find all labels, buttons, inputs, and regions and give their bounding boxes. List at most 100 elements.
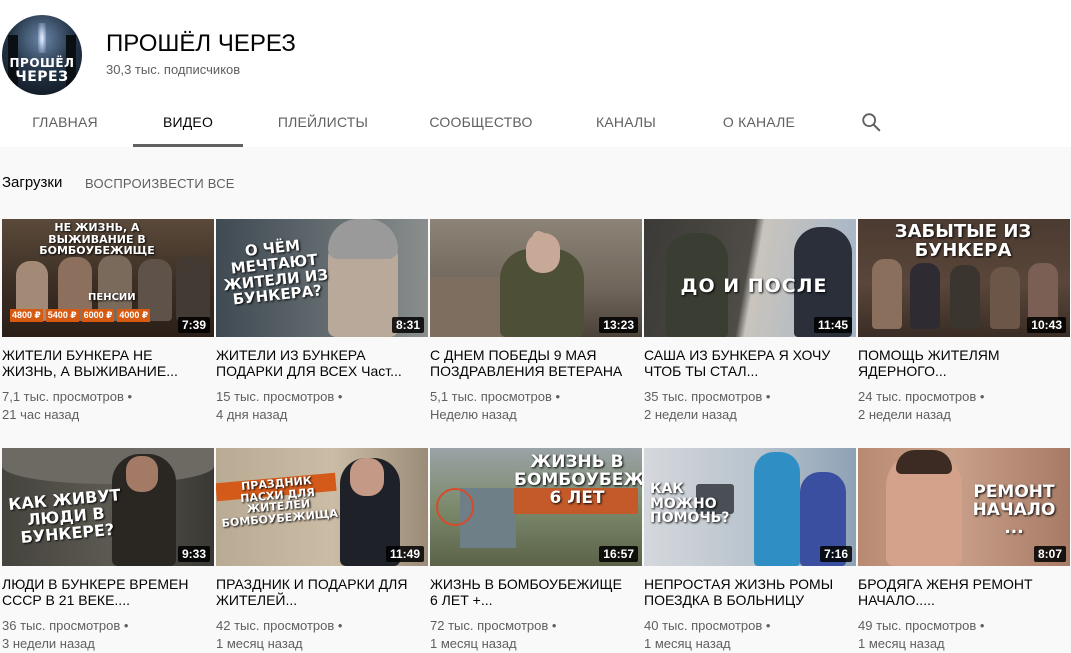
tab-playlists[interactable]: ПЛЕЙЛИСТЫ bbox=[264, 100, 382, 144]
thumb-face bbox=[126, 456, 158, 492]
video-duration: 10:43 bbox=[1027, 317, 1066, 333]
video-views: 35 тыс. просмотров • bbox=[644, 389, 770, 404]
video-title[interactable]: ЖИТЕЛИ ИЗ БУНКЕРА ПОДАРКИ ДЛЯ ВСЕХ Част.… bbox=[216, 347, 416, 379]
thumb-doctor bbox=[754, 452, 800, 566]
thumb-hair bbox=[896, 450, 952, 474]
meta-separator: • bbox=[123, 618, 129, 633]
play-all-button[interactable]: ВОСПРОИЗВЕСТИ ВСЕ bbox=[85, 176, 235, 191]
thumb-price-row: 4800 ₽ 5400 ₽ 6000 ₽ 4000 ₽ bbox=[10, 309, 180, 322]
meta-separator: • bbox=[765, 389, 771, 404]
thumb-price-tag: 4800 ₽ bbox=[10, 309, 43, 322]
view-count: 35 тыс. просмотров bbox=[644, 389, 763, 404]
tab-channels[interactable]: КАНАЛЫ bbox=[582, 100, 670, 144]
video-views: 7,1 тыс. просмотров • bbox=[2, 389, 132, 404]
meta-separator: • bbox=[551, 618, 557, 633]
video-age: 1 месяц назад bbox=[644, 636, 731, 651]
video-thumbnail[interactable]: 13:23 bbox=[430, 219, 642, 337]
video-views: 24 тыс. просмотров • bbox=[858, 389, 984, 404]
video-views: 36 тыс. просмотров • bbox=[2, 618, 128, 633]
video-age: 4 дня назад bbox=[216, 407, 288, 422]
video-duration: 16:57 bbox=[599, 546, 638, 562]
video-age: Неделю назад bbox=[430, 407, 517, 422]
thumb-price-tag: 4000 ₽ bbox=[117, 309, 151, 322]
video-thumbnail[interactable]: КАК ЖИВУТ ЛЮДИ В БУНКЕРЕ? 9:33 bbox=[2, 448, 214, 566]
video-title[interactable]: САША ИЗ БУНКЕРА Я ХОЧУ ЧТОБ ТЫ СТАЛ... bbox=[644, 347, 844, 379]
channel-tabs: ГЛАВНАЯ ВИДЕО ПЛЕЙЛИСТЫ СООБЩЕСТВО КАНАЛ… bbox=[0, 100, 1071, 147]
video-thumbnail[interactable]: ЗАБЫТЫЕ ИЗ БУНКЕРА 10:43 bbox=[858, 219, 1070, 337]
video-thumbnail[interactable]: РЕМОНТ НАЧАЛО ... 8:07 bbox=[858, 448, 1070, 566]
meta-separator: • bbox=[979, 618, 985, 633]
subscriber-count: 30,3 тыс. подписчиков bbox=[106, 62, 241, 77]
video-thumbnail[interactable]: ДО И ПОСЛЕ 11:45 bbox=[644, 219, 856, 337]
view-count: 15 тыс. просмотров bbox=[216, 389, 335, 404]
thumb-caption: КАК ЖИВУТ ЛЮДИ В БУНКЕРЕ? bbox=[7, 485, 122, 547]
video-age: 2 недели назад bbox=[644, 407, 737, 422]
tab-videos[interactable]: ВИДЕО bbox=[133, 100, 243, 147]
video-age: 3 недели назад bbox=[2, 636, 95, 651]
search-icon-svg bbox=[862, 113, 881, 132]
video-title[interactable]: ПРАЗДНИК И ПОДАРКИ ДЛЯ ЖИТЕЛЕЙ... bbox=[216, 576, 416, 608]
video-thumbnail[interactable]: О ЧЁМ МЕЧТАЮТ ЖИТЕЛИ ИЗ БУНКЕРА? 8:31 bbox=[216, 219, 428, 337]
video-thumbnail[interactable]: НЕ ЖИЗНЬ, А ВЫЖИВАНИЕ В БОМБОУБЕЖИЩЕ ПЕН… bbox=[2, 219, 214, 337]
thumb-caption: ЖИЗНЬ В БОМБОУБЕЖИЩЕ 6 ЛЕТ bbox=[514, 452, 642, 508]
video-duration: 8:07 bbox=[1033, 546, 1066, 562]
meta-separator: • bbox=[127, 389, 133, 404]
thumb-person bbox=[950, 265, 980, 329]
meta-separator: • bbox=[979, 389, 985, 404]
tab-home[interactable]: ГЛАВНАЯ bbox=[18, 100, 112, 144]
video-title[interactable]: ЖИЗНЬ В БОМБОУБЕЖИЩЕ 6 ЛЕТ +... bbox=[430, 576, 630, 608]
thumb-caption: РЕМОНТ НАЧАЛО ... bbox=[972, 482, 1056, 538]
avatar-text-line1: ПРОШЁЛ bbox=[9, 56, 75, 70]
section-title-uploads: Загрузки bbox=[2, 174, 63, 191]
video-title[interactable]: ЖИТЕЛИ БУНКЕРА НЕ ЖИЗНЬ, А ВЫЖИВАНИЕ... bbox=[2, 347, 202, 379]
video-duration: 13:23 bbox=[599, 317, 638, 333]
view-count: 49 тыс. просмотров bbox=[858, 618, 977, 633]
thumb-caption: ЗАБЫТЫЕ ИЗ БУНКЕРА bbox=[894, 221, 1032, 261]
video-views: 15 тыс. просмотров • bbox=[216, 389, 342, 404]
video-age: 1 месяц назад bbox=[858, 636, 945, 651]
meta-separator: • bbox=[337, 389, 343, 404]
meta-separator: • bbox=[337, 618, 343, 633]
video-views: 40 тыс. просмотров • bbox=[644, 618, 770, 633]
view-count: 5,1 тыс. просмотров bbox=[430, 389, 552, 404]
tab-community[interactable]: СООБЩЕСТВО bbox=[418, 100, 544, 144]
thumb-caption: О ЧЁМ МЕЧТАЮТ ЖИТЕЛИ ИЗ БУНКЕРА? bbox=[222, 236, 329, 309]
thumb-circle-marker bbox=[436, 488, 474, 526]
video-age: 21 час назад bbox=[2, 407, 80, 422]
tab-about[interactable]: О КАНАЛЕ bbox=[708, 100, 810, 144]
video-title[interactable]: БРОДЯГА ЖЕНЯ РЕМОНТ НАЧАЛО..... bbox=[858, 576, 1058, 608]
video-title[interactable]: ПОМОЩЬ ЖИТЕЛЯМ ЯДЕРНОГО... bbox=[858, 347, 1058, 379]
video-thumbnail[interactable]: КАК МОЖНО ПОМОЧЬ? 7:16 bbox=[644, 448, 856, 566]
meta-separator: • bbox=[765, 618, 771, 633]
video-duration: 7:16 bbox=[819, 546, 852, 562]
thumb-caption: ДО И ПОСЛЕ bbox=[680, 275, 828, 297]
video-title[interactable]: С ДНЕМ ПОБЕДЫ 9 МАЯ ПОЗДРАВЛЕНИЯ ВЕТЕРАН… bbox=[430, 347, 630, 379]
channel-name: ПРОШЁЛ ЧЕРЕЗ bbox=[106, 30, 296, 57]
channel-header: ПРОШЁЛ ЧЕРЕЗ ПРОШЁЛ ЧЕРЕЗ 30,3 тыс. подп… bbox=[0, 0, 1071, 147]
channel-avatar[interactable]: ПРОШЁЛ ЧЕРЕЗ bbox=[2, 15, 82, 95]
thumb-person bbox=[872, 259, 902, 329]
video-thumbnail[interactable]: ПРАЗДНИК ПАСХИ ДЛЯ ЖИТЕЛЕЙ БОМБОУБЕЖИЩА … bbox=[216, 448, 428, 566]
view-count: 40 тыс. просмотров bbox=[644, 618, 763, 633]
view-count: 24 тыс. просмотров bbox=[858, 389, 977, 404]
thumb-price-tag: 6000 ₽ bbox=[81, 309, 115, 322]
search-icon[interactable] bbox=[860, 111, 882, 133]
video-duration: 8:31 bbox=[391, 317, 424, 333]
video-duration: 7:39 bbox=[177, 317, 210, 333]
video-thumbnail[interactable]: ЖИЗНЬ В БОМБОУБЕЖИЩЕ 6 ЛЕТ 16:57 bbox=[430, 448, 642, 566]
thumb-subcaption: ПЕНСИИ bbox=[88, 292, 136, 303]
thumb-person bbox=[910, 263, 940, 329]
video-views: 5,1 тыс. просмотров • bbox=[430, 389, 560, 404]
avatar-text-line2: ЧЕРЕЗ bbox=[15, 69, 69, 85]
video-title[interactable]: НЕПРОСТАЯ ЖИЗНЬ РОМЫ ПОЕЗДКА В БОЛЬНИЦУ bbox=[644, 576, 844, 608]
video-title[interactable]: ЛЮДИ В БУНКЕРЕ ВРЕМЕН СССР В 21 ВЕКЕ.... bbox=[2, 576, 202, 608]
video-duration: 11:49 bbox=[385, 546, 424, 562]
thumb-caption: КАК МОЖНО ПОМОЧЬ? bbox=[650, 481, 730, 527]
video-age: 1 месяц назад bbox=[430, 636, 517, 651]
video-age: 2 недели назад bbox=[858, 407, 951, 422]
thumb-hair bbox=[328, 219, 398, 259]
video-duration: 11:45 bbox=[813, 317, 852, 333]
thumb-person bbox=[990, 267, 1020, 329]
avatar-light-beam bbox=[38, 23, 46, 53]
video-views: 42 тыс. просмотров • bbox=[216, 618, 342, 633]
